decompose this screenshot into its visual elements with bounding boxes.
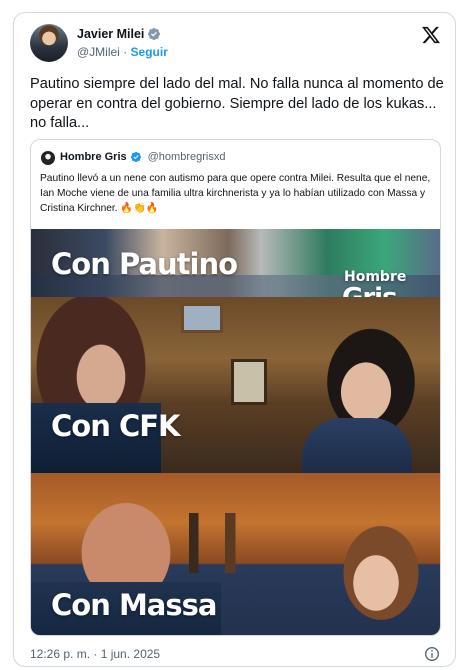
media-panel-massa: Con Massa (31, 473, 440, 635)
panel-figure (302, 418, 412, 473)
author-name[interactable]: Javier Milei (77, 27, 144, 41)
media-watermark: Gris (342, 283, 398, 297)
quoted-avatar[interactable] (41, 151, 55, 165)
tweet-timestamp[interactable]: 12:26 p. m. · 1 jun. 2025 (30, 647, 160, 661)
media-panel-pautino: Con Pautino Hombre Gris (31, 229, 440, 297)
handle-row: @JMilei · Seguir (77, 45, 168, 59)
quoted-author-handle[interactable]: @hombregrisxd (148, 151, 226, 163)
quoted-text: Pautino llevó a un nene con autismo para… (40, 173, 431, 214)
panel-picture-frame (231, 359, 267, 405)
quoted-tweet[interactable]: Hombre Gris @hombregrisxd Pautino llevó … (30, 139, 441, 636)
panel-bottles (181, 513, 261, 573)
tweet-text: Pautino siempre del lado del mal. No fal… (30, 76, 444, 131)
verified-badge-icon (130, 151, 141, 163)
media-caption: Con CFK (51, 409, 181, 443)
media-caption: Con Massa (51, 588, 217, 622)
quoted-author-name[interactable]: Hombre Gris (60, 151, 127, 163)
avatar[interactable] (30, 24, 68, 62)
panel-picture-frame (181, 303, 223, 333)
follow-button[interactable]: Seguir (131, 45, 168, 59)
x-logo-icon[interactable] (421, 25, 441, 45)
quoted-media-image[interactable]: Con Pautino Hombre Gris Con CFK Con Mass… (31, 229, 440, 635)
author-handle[interactable]: @JMilei (77, 45, 120, 59)
media-panel-cfk: Con CFK (31, 297, 440, 473)
info-icon[interactable] (424, 646, 440, 662)
quoted-header: Hombre Gris @hombregrisxd (60, 151, 225, 163)
author-name-row[interactable]: Javier Milei (77, 27, 161, 41)
media-caption: Con Pautino (51, 247, 238, 281)
verified-badge-icon (148, 28, 161, 40)
handle-separator: · (119, 45, 131, 59)
tweet-embed-card: Javier Milei @JMilei · Seguir Pautino si… (13, 12, 456, 667)
